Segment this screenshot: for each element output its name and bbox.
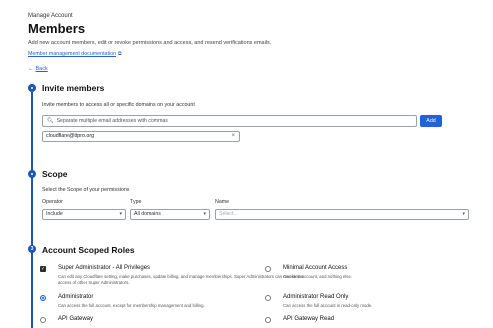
role-name: API Gateway Read	[283, 316, 335, 322]
close-icon[interactable]: ×	[231, 132, 235, 141]
eyebrow: Manage Account	[28, 13, 73, 19]
email-placeholder: Separate multiple email addresses with c…	[56, 118, 168, 124]
add-button[interactable]: Add	[420, 115, 442, 127]
role-radio[interactable]	[40, 317, 46, 323]
name-placeholder: Select...	[219, 211, 238, 217]
page-title: Members	[28, 21, 86, 36]
scope-title: Scope	[42, 169, 68, 179]
back-label: Back	[35, 66, 48, 72]
operator-select[interactable]: Include ▾	[42, 209, 126, 220]
role-name: Minimal Account Access	[283, 265, 348, 271]
search-icon: 🔍︎	[47, 118, 54, 124]
operator-label: Operator	[42, 199, 63, 205]
scope-hint: Select the Scope of your permissions	[42, 187, 130, 193]
email-chip-label: cloudflare@ttpro.org	[46, 133, 95, 139]
role-radio[interactable]	[265, 295, 271, 301]
step-2-marker	[28, 170, 36, 178]
step-1-marker	[28, 84, 36, 92]
chevron-down-icon: ▾	[462, 211, 465, 217]
invite-title: Invite members	[42, 83, 105, 93]
role-description: Can access the full account, except for …	[58, 303, 205, 308]
external-link-icon: ⧉	[118, 51, 122, 57]
role-checkbox[interactable]: ✓	[40, 266, 46, 272]
type-select[interactable]: All domains ▾	[130, 209, 210, 220]
email-input[interactable]: 🔍︎ Separate multiple email addresses with…	[42, 115, 417, 127]
invite-hint: Invite members to access all or specific…	[42, 102, 195, 108]
role-name: Administrator Read Only	[283, 294, 349, 300]
chevron-down-icon: ▾	[119, 211, 122, 217]
role-description: Can edit any Cloudflare setting, make pu…	[58, 274, 304, 285]
roles-title: Account Scoped Roles	[42, 245, 135, 255]
operator-value: Include	[46, 211, 63, 217]
role-description: Can view account, and nothing else.	[283, 274, 353, 279]
chevron-down-icon: ▾	[203, 211, 206, 217]
arrow-left-icon: ←	[28, 66, 34, 72]
role-name: API Gateway	[58, 316, 94, 322]
role-description: Can access the full account in read-only…	[283, 303, 373, 308]
role-name: Administrator	[58, 294, 94, 300]
type-label: Type	[130, 199, 142, 205]
doc-link-label: Member management documentation	[28, 51, 117, 57]
email-chip: cloudflare@ttpro.org ×	[42, 131, 240, 142]
page-subtitle: Add new account members, edit or revoke …	[28, 40, 272, 46]
doc-link[interactable]: Member management documentation ⧉	[28, 51, 122, 57]
name-label: Name	[215, 199, 230, 205]
role-name: Super Administrator - All Privileges	[58, 265, 151, 271]
steps-timeline	[31, 92, 33, 328]
type-value: All domains	[134, 211, 161, 217]
role-radio[interactable]	[40, 295, 46, 301]
back-link[interactable]: ← Back	[28, 66, 48, 72]
role-radio[interactable]	[265, 266, 271, 272]
role-radio[interactable]	[265, 317, 271, 323]
name-select[interactable]: Select... ▾	[215, 209, 469, 220]
step-3-marker: 3	[28, 245, 36, 253]
